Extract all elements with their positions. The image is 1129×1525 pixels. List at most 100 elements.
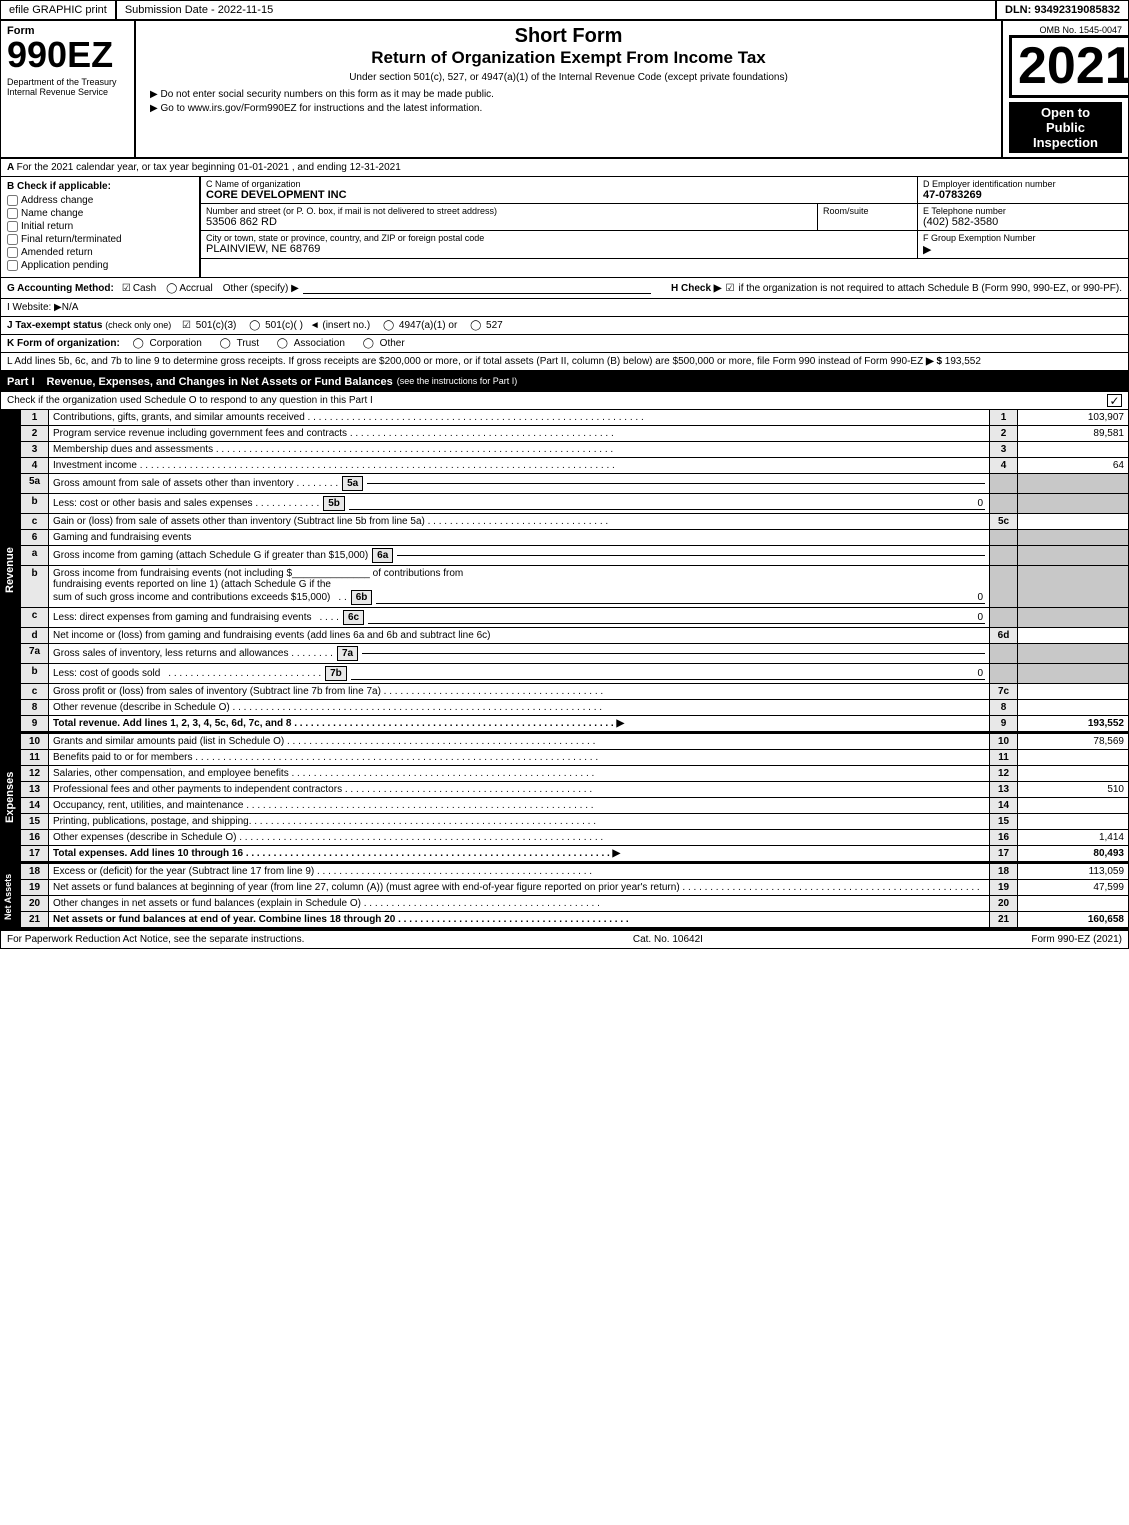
- line-18-num: 18: [21, 864, 49, 879]
- a-label: A: [7, 162, 17, 173]
- initial-return-checkbox[interactable]: [7, 221, 18, 232]
- line-6-col: [990, 530, 1018, 545]
- part1-label: Part I: [7, 376, 35, 388]
- city-label: City or town, state or province, country…: [206, 233, 912, 243]
- line-6a-desc: Gross income from gaming (attach Schedul…: [49, 546, 990, 565]
- line-15-amount: [1018, 814, 1128, 829]
- line-6b-row: b Gross income from fundraising events (…: [21, 566, 1128, 608]
- line-21-col: 21: [990, 912, 1018, 927]
- title-main: Return of Organization Exempt From Incom…: [142, 48, 995, 68]
- f-arrow: ▶: [923, 243, 1123, 256]
- line-5a-row: 5a Gross amount from sale of assets othe…: [21, 474, 1128, 494]
- line-5b-desc: Less: cost or other basis and sales expe…: [49, 494, 990, 513]
- line-20-amount: [1018, 896, 1128, 911]
- line-6c-row: c Less: direct expenses from gaming and …: [21, 608, 1128, 628]
- line-7c-num: c: [21, 684, 49, 699]
- line-2-col: 2: [990, 426, 1018, 441]
- line-16-amount: 1,414: [1018, 830, 1128, 845]
- address-change-checkbox[interactable]: [7, 195, 18, 206]
- line-6b-col: [990, 566, 1018, 607]
- line-10-amount: 78,569: [1018, 734, 1128, 749]
- line-10-num: 10: [21, 734, 49, 749]
- line-1-num: 1: [21, 410, 49, 425]
- initial-return-label: Initial return: [21, 221, 73, 232]
- line-14-desc: Occupancy, rent, utilities, and maintena…: [49, 798, 990, 813]
- line-1-amount: 103,907: [1018, 410, 1128, 425]
- line-14-num: 14: [21, 798, 49, 813]
- line-5c-col: 5c: [990, 514, 1018, 529]
- line-5c-amount: [1018, 514, 1128, 529]
- line-11-col: 11: [990, 750, 1018, 765]
- line-19-col: 19: [990, 880, 1018, 895]
- line-6b-amount: [1018, 566, 1128, 607]
- line-4-num: 4: [21, 458, 49, 473]
- line-3-desc: Membership dues and assessments . . . . …: [49, 442, 990, 457]
- h-text: if the organization is not required to a…: [738, 283, 1122, 294]
- k-trust: Trust: [237, 338, 259, 349]
- checkbox-name-change: Name change: [7, 208, 193, 219]
- omb-label: OMB No. 1545-0047: [1009, 25, 1122, 35]
- final-return-checkbox[interactable]: [7, 234, 18, 245]
- line-5b-amount: [1018, 494, 1128, 513]
- line-5b-num: b: [21, 494, 49, 513]
- line-17-desc: Total expenses. Add lines 10 through 16 …: [49, 846, 990, 861]
- cash-label: Cash: [133, 283, 156, 294]
- status-527: 527: [486, 320, 503, 331]
- cat-no: Cat. No. 10642I: [633, 934, 703, 945]
- line-6c-col: [990, 608, 1018, 627]
- line-20-col: 20: [990, 896, 1018, 911]
- part1-check-row: Check if the organization used Schedule …: [1, 392, 1128, 410]
- line-5b-col: [990, 494, 1018, 513]
- amended-return-checkbox[interactable]: [7, 247, 18, 258]
- checkbox-address-change: Address change: [7, 195, 193, 206]
- line-7c-amount: [1018, 684, 1128, 699]
- expenses-side-label: Expenses: [1, 734, 21, 861]
- line-6d-amount: [1018, 628, 1128, 643]
- line-7b-row: b Less: cost of goods sold . . . . . . .…: [21, 664, 1128, 684]
- status-501c3: 501(c)(3): [196, 320, 237, 331]
- line-5a-col: [990, 474, 1018, 493]
- line-13-num: 13: [21, 782, 49, 797]
- ein: 47-0783269: [923, 189, 1123, 201]
- line-21-desc: Net assets or fund balances at end of ye…: [49, 912, 990, 927]
- line-5c-row: c Gain or (loss) from sale of assets oth…: [21, 514, 1128, 530]
- line-6a-col: [990, 546, 1018, 565]
- line-7a-amount: [1018, 644, 1128, 663]
- line-6-amount: [1018, 530, 1128, 545]
- line-20-row: 20 Other changes in net assets or fund b…: [21, 896, 1128, 912]
- open-line3: Inspection: [1013, 135, 1118, 150]
- line-6a-amount: [1018, 546, 1128, 565]
- line-7c-desc: Gross profit or (loss) from sales of inv…: [49, 684, 990, 699]
- line-2-desc: Program service revenue including govern…: [49, 426, 990, 441]
- city-value: PLAINVIEW, NE 68769: [206, 243, 912, 255]
- title-short: Short Form: [142, 25, 995, 48]
- status-501c: 501(c)( ): [265, 320, 303, 331]
- line-3-col: 3: [990, 442, 1018, 457]
- address-label: Number and street (or P. O. box, if mail…: [206, 206, 812, 216]
- line-12-desc: Salaries, other compensation, and employ…: [49, 766, 990, 781]
- line-6a-row: a Gross income from gaming (attach Sched…: [21, 546, 1128, 566]
- line-16-row: 16 Other expenses (describe in Schedule …: [21, 830, 1128, 846]
- line-7b-col: [990, 664, 1018, 683]
- k-other: Other: [380, 338, 405, 349]
- phone-value: (402) 582-3580: [923, 216, 1123, 228]
- line-7a-num: 7a: [21, 644, 49, 663]
- calendar-year-row: A For the 2021 calendar year, or tax yea…: [1, 159, 1128, 177]
- accrual-label: Accrual: [179, 283, 212, 294]
- line-6d-num: d: [21, 628, 49, 643]
- address-change-label: Address change: [21, 195, 93, 206]
- line-17-col: 17: [990, 846, 1018, 861]
- l-amount: 193,552: [945, 356, 981, 367]
- line-5c-num: c: [21, 514, 49, 529]
- d-label: D Employer identification number: [923, 179, 1123, 189]
- application-pending-checkbox[interactable]: [7, 260, 18, 271]
- status-4947: 4947(a)(1) or: [399, 320, 457, 331]
- line-16-num: 16: [21, 830, 49, 845]
- line-21-row: 21 Net assets or fund balances at end of…: [21, 912, 1128, 929]
- l-row: L Add lines 5b, 6c, and 7b to line 9 to …: [1, 353, 1128, 373]
- name-change-checkbox[interactable]: [7, 208, 18, 219]
- dept-label: Department of the Treasury: [7, 77, 128, 87]
- l-arrow: ▶ $: [926, 356, 942, 367]
- line-6d-col: 6d: [990, 628, 1018, 643]
- line-11-num: 11: [21, 750, 49, 765]
